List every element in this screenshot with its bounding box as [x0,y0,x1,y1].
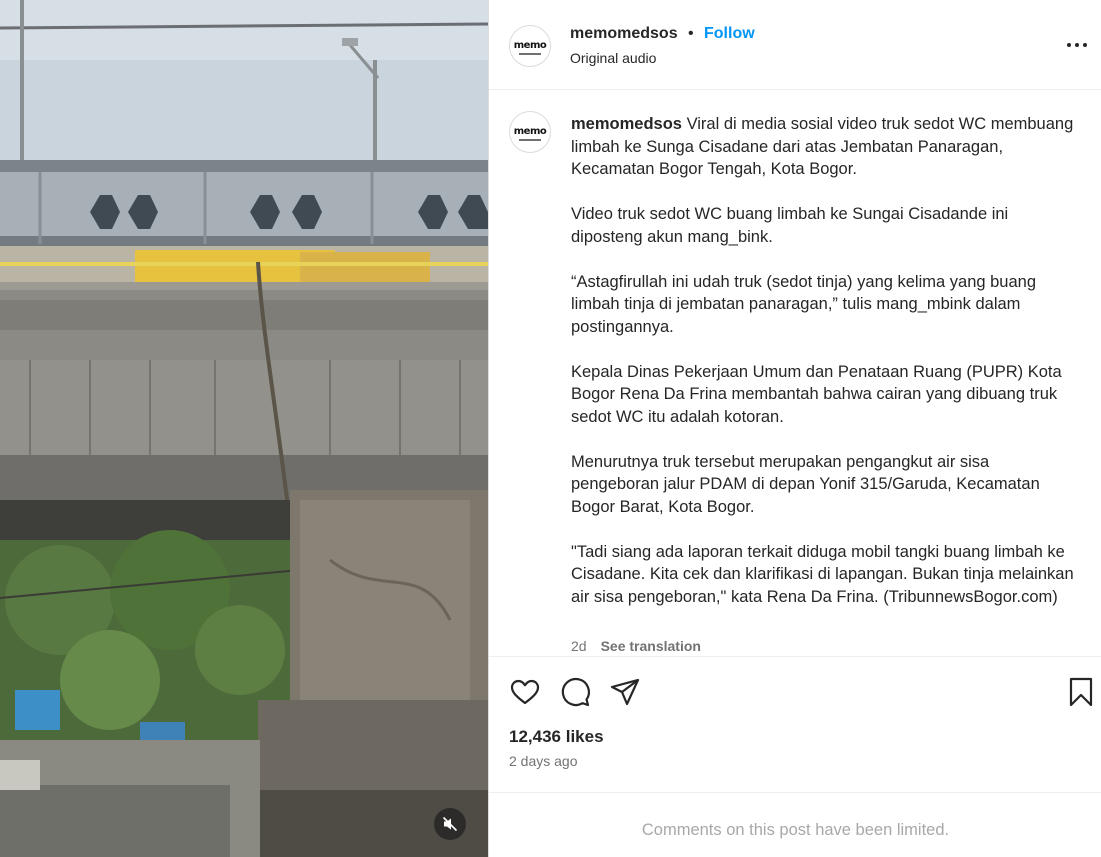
avatar-logo: memo [513,40,547,51]
avatar-logo: memo [513,126,547,137]
caption-meta: 2d See translation [571,638,701,654]
like-count[interactable]: 12,436 likes [509,727,604,747]
heart-icon[interactable] [509,676,541,708]
see-translation-button[interactable]: See translation [601,638,701,654]
avatar-logo-underline [519,139,541,141]
caption-age: 2d [571,638,587,654]
muted-speaker-icon [442,816,458,832]
caption-section: memo memomedsos Viral di media sosial vi… [489,91,1101,657]
caption-username[interactable]: memomedsos [571,115,682,133]
caption-avatar[interactable]: memo [509,111,551,153]
bookmark-icon[interactable] [1065,676,1097,708]
video-frame [0,0,488,857]
mute-toggle-button[interactable] [434,808,466,840]
follow-button[interactable]: Follow [704,25,755,43]
avatar[interactable]: memo [509,25,551,67]
action-bar [489,670,1101,714]
post-header: memo memomedsos • Follow Original audio [489,0,1101,90]
send-icon[interactable] [609,676,641,708]
post-timestamp[interactable]: 2 days ago [509,753,578,769]
post-caption: memomedsos Viral di media sosial video t… [571,113,1076,608]
avatar-logo-underline [519,53,541,55]
comment-icon[interactable] [559,676,591,708]
comments-footer: Comments on this post have been limited. [489,792,1101,857]
more-options-icon[interactable] [1065,38,1089,52]
separator-dot: • [688,25,694,42]
audio-link[interactable]: Original audio [570,50,656,66]
post-details-panel: memo memomedsos • Follow Original audio … [488,0,1101,857]
comments-limited-notice: Comments on this post have been limited. [641,821,950,839]
caption-text: Viral di media sosial video truk sedot W… [571,115,1074,606]
username-link[interactable]: memomedsos [570,25,678,43]
post-video[interactable] [0,0,488,857]
